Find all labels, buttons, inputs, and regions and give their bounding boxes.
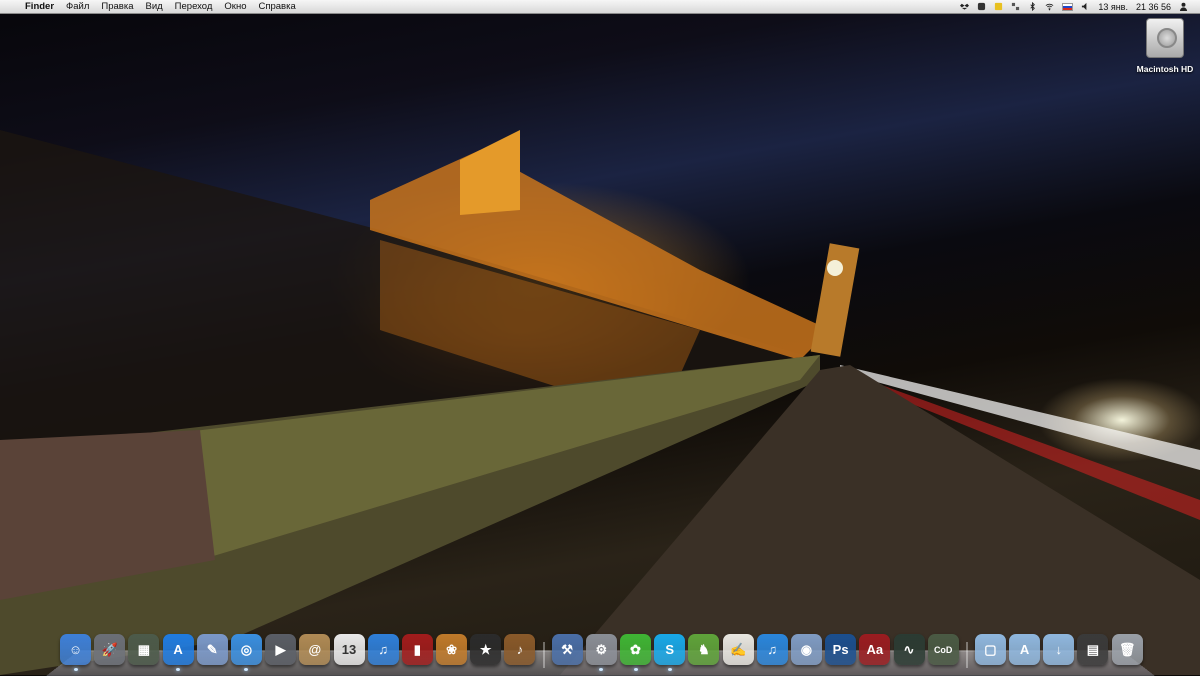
menu-bar: Finder Файл Правка Вид Переход Окно Спра…: [0, 0, 1200, 14]
imovie-icon: ★: [479, 641, 492, 657]
gear-icon: ⚙: [595, 641, 608, 657]
dock-item-trash[interactable]: 🗑: [1111, 634, 1143, 665]
dock-separator: [542, 634, 546, 668]
menu-window[interactable]: Окно: [218, 0, 252, 14]
launchpad-icon: 🚀: [101, 641, 118, 657]
running-indicator: [73, 668, 78, 671]
itunes-icon: ♫: [378, 642, 389, 657]
stack-icon: ▤: [1086, 641, 1100, 657]
menu-view[interactable]: Вид: [139, 0, 168, 14]
dock-item-applications[interactable]: ▢: [974, 634, 1006, 665]
dock-item-icq[interactable]: ✿: [620, 634, 651, 671]
dock-item-call-of-duty[interactable]: CoD: [927, 634, 959, 665]
dock-item-photo-booth[interactable]: ▮: [401, 634, 433, 665]
menubar-clock[interactable]: 21 36 56: [1132, 0, 1175, 14]
folder-icon: ▢: [984, 641, 997, 657]
trash-icon: 🗑: [1118, 641, 1136, 657]
volume-icon[interactable]: [1081, 2, 1090, 11]
iphoto-icon: ❀: [446, 641, 458, 657]
dock-item-app-store[interactable]: A: [162, 634, 194, 671]
photoshop-icon: Ps: [832, 642, 849, 657]
address-book-icon: @: [308, 642, 322, 657]
mission-control-icon: ▦: [137, 641, 151, 657]
preview-icon: ✎: [206, 641, 218, 657]
menu-edit[interactable]: Правка: [95, 0, 139, 14]
hard-drive-icon[interactable]: [1146, 18, 1184, 58]
dock-item-xcode[interactable]: ⚒: [551, 634, 583, 665]
wallpaper-scene: [0, 130, 1200, 675]
dock-item-activity-monitor[interactable]: ∿: [893, 634, 925, 665]
finder-icon: ☺: [68, 642, 83, 657]
dock-item-stack[interactable]: ▤: [1077, 634, 1109, 665]
dock-item-finder[interactable]: ☺: [60, 634, 91, 671]
dock-item-downloads[interactable]: ↓: [1043, 634, 1075, 665]
image-capture-icon: ◉: [800, 641, 813, 657]
textedit-icon: ✍: [729, 641, 747, 657]
menu-file[interactable]: Файл: [60, 0, 95, 14]
dock-item-iphoto[interactable]: ❀: [436, 634, 468, 665]
dock-item-image-capture[interactable]: ◉: [790, 634, 822, 665]
dock-item-safari[interactable]: ◎: [230, 634, 262, 671]
ical-icon: 13: [341, 642, 357, 657]
dock-item-evernote[interactable]: ♞: [688, 634, 720, 665]
dock: ☺ 🚀 ▦ A ✎ ◎ ▶ @13 ♫ ▮ ❀ ★ ♪ ⚒ ⚙ ✿ S ♞ ✍ ♫ ◉ Ps Aa ∿ CoD ▢ A ↓ ▤ 🗑: [60, 631, 1146, 671]
photo-booth-icon: ▮: [413, 641, 421, 657]
running-indicator: [667, 668, 672, 671]
folder-icon: ↓: [1055, 642, 1063, 657]
wifi-icon[interactable]: [1045, 2, 1054, 11]
menu-app-name[interactable]: Finder: [19, 0, 60, 14]
dock-item-dictionary[interactable]: Aa: [859, 634, 891, 665]
xcode-icon: ⚒: [561, 641, 573, 657]
user-icon[interactable]: [1179, 2, 1188, 11]
macintosh-hd-drive[interactable]: Macintosh HD: [1134, 18, 1196, 74]
game-icon: CoD: [933, 644, 953, 655]
dock-item-textedit[interactable]: ✍: [722, 634, 754, 665]
dock-item-skype[interactable]: S: [654, 634, 686, 671]
dock-separator: [965, 634, 969, 668]
dock-item-ical[interactable]: 13: [333, 634, 365, 665]
safari-icon: ◎: [240, 641, 253, 657]
menu-help[interactable]: Справка: [252, 0, 301, 14]
dock-item-itunes-2[interactable]: ♫: [756, 634, 788, 665]
drive-label: Macintosh HD: [1136, 64, 1194, 74]
running-indicator: [633, 668, 638, 671]
cloud-icon[interactable]: [977, 2, 986, 11]
dock-item-imovie[interactable]: ★: [470, 634, 502, 665]
dock-item-preview[interactable]: ✎: [196, 634, 228, 665]
desktop-wallpaper: [0, 0, 1200, 675]
facetime-icon: ▶: [275, 641, 286, 657]
dock-item-itunes[interactable]: ♫: [367, 634, 399, 665]
menu-go[interactable]: Переход: [169, 0, 219, 14]
folder-icon: A: [1019, 642, 1030, 657]
garageband-icon: ♪: [516, 642, 524, 657]
evernote-icon: ♞: [698, 641, 710, 657]
dictionary-icon: Aa: [866, 642, 884, 657]
dock-item-system-preferences[interactable]: ⚙: [585, 634, 617, 671]
dock-item-photoshop[interactable]: Ps: [825, 634, 857, 665]
note-icon[interactable]: [994, 2, 1003, 11]
app-store-icon: A: [173, 642, 183, 657]
dropbox-icon[interactable]: [960, 2, 970, 11]
dock-item-facetime[interactable]: ▶: [265, 634, 297, 665]
dock-item-address-book[interactable]: @: [299, 634, 331, 665]
dock-item-documents[interactable]: A: [1009, 634, 1041, 665]
bluetooth-icon[interactable]: [1028, 2, 1037, 11]
music-icon: ♫: [767, 642, 778, 657]
skype-icon: S: [665, 642, 675, 657]
activity-monitor-icon: ∿: [903, 641, 915, 657]
menubar-date[interactable]: 13 янв.: [1094, 0, 1132, 14]
dock-item-mission-control[interactable]: ▦: [128, 634, 160, 665]
dock-item-garageband[interactable]: ♪: [504, 634, 536, 665]
icq-icon: ✿: [630, 641, 641, 657]
dock-item-launchpad[interactable]: 🚀: [94, 634, 126, 665]
grid-icon[interactable]: [1011, 2, 1020, 11]
flag-ru-icon[interactable]: [1062, 2, 1074, 11]
